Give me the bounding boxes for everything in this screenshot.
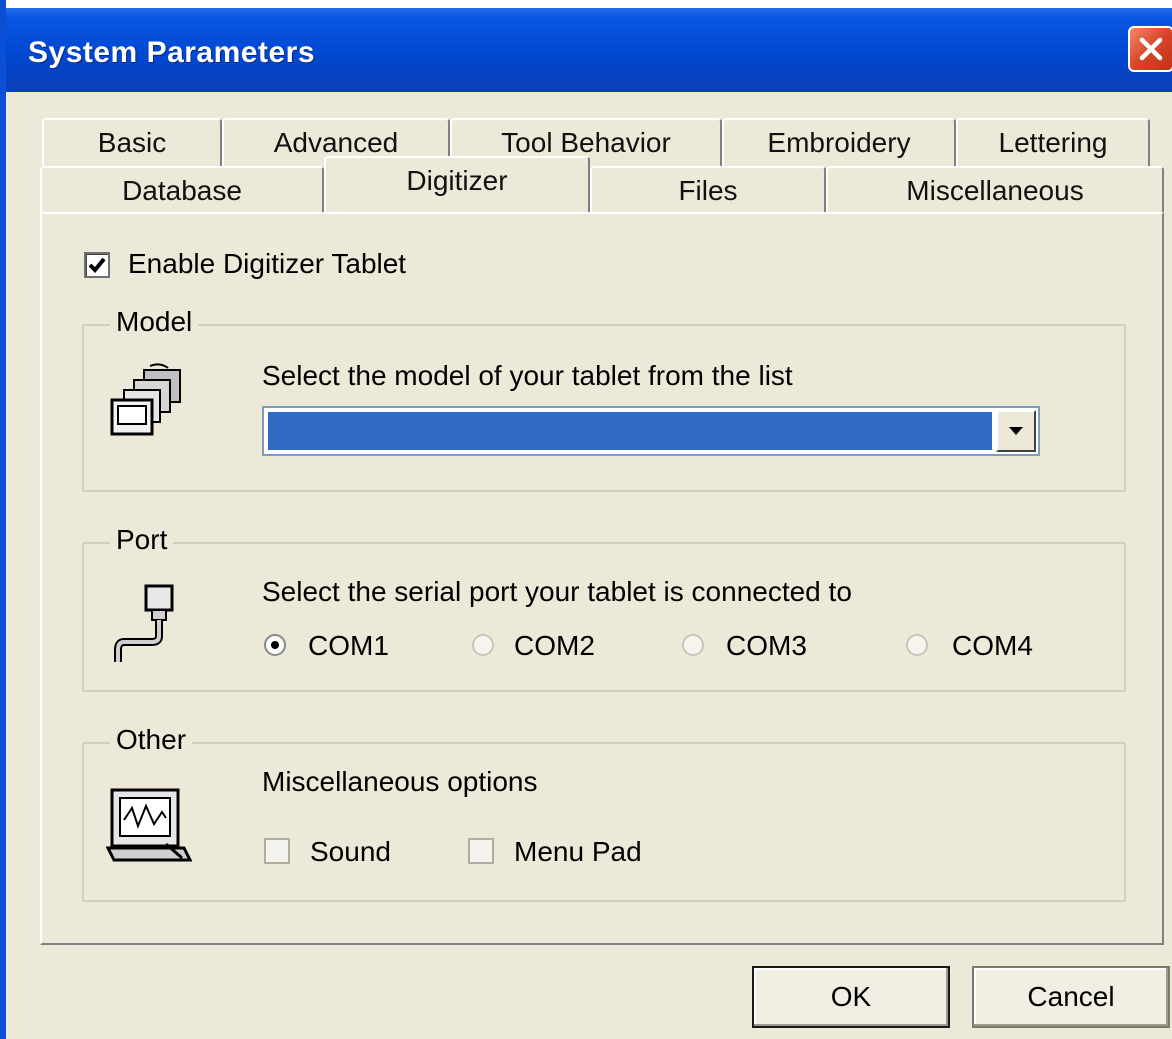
port-group: Port [82,524,1126,692]
sound-label[interactable]: Sound [310,836,391,868]
tab-database[interactable]: Database [40,166,324,214]
tab-lettering[interactable]: Lettering [956,118,1150,166]
tab-row-front: Database Digitizer Files Miscellaneous [40,156,1164,214]
tab-label: Database [122,175,242,206]
serial-cable-icon [114,584,174,662]
model-prompt: Select the model of your tablet from the… [262,360,793,391]
com3-label[interactable]: COM3 [726,630,807,662]
tab-digitizer[interactable]: Digitizer [324,156,590,212]
monitor-waveform-icon [106,788,192,862]
menu-pad-checkbox[interactable] [468,838,494,864]
tab-label: Tool Behavior [501,127,671,158]
window-title: System Parameters [28,36,316,69]
system-parameters-dialog: System Parameters Basic Advanced Tool Be… [0,0,1172,1039]
tab-basic[interactable]: Basic [42,118,222,166]
tab-files[interactable]: Files [590,166,826,214]
tab-label: Advanced [273,127,399,158]
com2-radio[interactable] [472,634,494,656]
tab-label: Miscellaneous [906,175,1084,206]
other-group: Other [82,724,1126,902]
com4-radio[interactable] [906,634,928,656]
sound-checkbox[interactable] [264,838,290,864]
cancel-button[interactable]: Cancel [972,966,1170,1028]
tab-label: Basic [97,127,167,158]
other-group-title: Other [110,724,193,756]
title-bar[interactable]: System Parameters [6,0,1172,92]
ok-button[interactable]: OK [752,966,950,1028]
tablet-model-dropdown[interactable] [262,406,1040,456]
tab-miscellaneous[interactable]: Miscellaneous [826,166,1164,214]
port-prompt: Select the serial port your tablet is co… [262,576,852,607]
tablet-stack-icon [110,363,181,436]
tab-label: Files [678,175,738,206]
tab-embroidery[interactable]: Embroidery [722,118,956,166]
chevron-down-icon [1009,427,1023,435]
tab-label: Embroidery [767,127,911,158]
checkmark-icon [88,257,106,273]
com2-label[interactable]: COM2 [514,630,595,662]
tab-row-back: Basic Advanced Tool Behavior Embroidery … [42,118,1152,166]
dropdown-arrow-button[interactable] [996,410,1036,452]
close-button[interactable] [1128,26,1172,72]
enable-digitizer-label[interactable]: Enable Digitizer Tablet [128,248,406,280]
tablet-model-selected [268,412,992,450]
tab-label: Lettering [998,127,1108,158]
com4-label[interactable]: COM4 [952,630,1033,662]
model-group-title: Model [110,306,199,338]
close-icon [1139,37,1163,61]
other-prompt: Miscellaneous options [262,766,538,797]
port-group-title: Port [110,524,174,556]
com1-radio[interactable] [264,634,286,656]
com3-radio[interactable] [682,634,704,656]
menu-pad-label[interactable]: Menu Pad [514,836,642,868]
enable-digitizer-checkbox[interactable] [84,252,110,278]
com1-label[interactable]: COM1 [308,630,389,662]
tab-label: Digitizer [406,165,508,196]
